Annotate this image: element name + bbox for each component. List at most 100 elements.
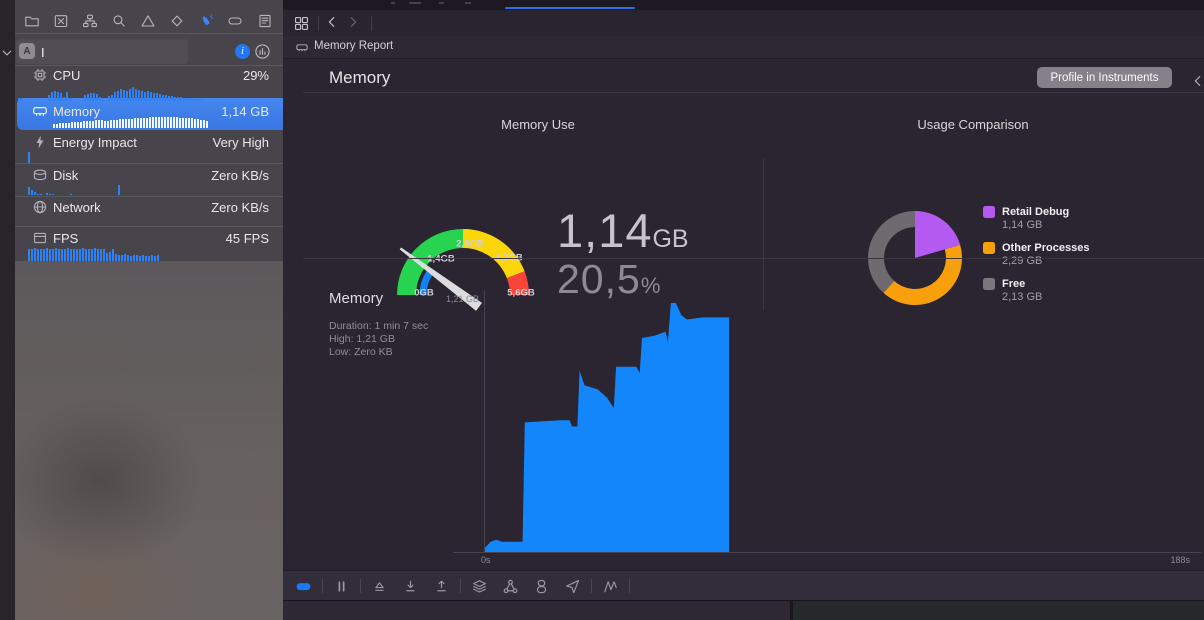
blur-overlay [15,262,283,620]
legend-label: Other Processes [1002,241,1193,255]
energy-sparkline [28,151,30,163]
variables-view-panel[interactable] [283,601,790,620]
divider [303,258,1204,259]
zigzag-icon[interactable] [602,578,619,595]
performance-gauge-list: CPU 29% Memory 1,14 GB Energy Impact Ver… [15,0,283,262]
row-value: 45 FPS [226,231,269,246]
activity-progress-line [505,7,635,9]
sidebar-row-fps[interactable]: FPS 45 FPS [15,229,283,249]
x-axis-line [453,552,1201,553]
x-axis-start-label: 0s [481,555,491,565]
globe-icon [32,199,48,215]
legend-swatch [983,242,995,254]
bolt-icon [32,134,48,150]
legend-label: Retail Debug [1002,205,1193,219]
divider [371,16,372,31]
disk-sparkline [28,184,129,195]
divider [360,579,361,593]
chart-low: Low: Zero KB [329,346,393,358]
cpu-sparkline [18,86,203,101]
memory-sparkline [53,115,208,128]
row-label: Disk [53,168,78,183]
row-label: Energy Impact [53,135,137,150]
divider [318,16,319,31]
drive-icon [32,167,48,183]
sidebar-row-energy[interactable]: Energy Impact Very High [15,133,283,153]
chart-high: High: 1,21 GB [329,333,395,345]
profile-in-instruments-button[interactable]: Profile in Instruments [1037,67,1172,88]
gauge-tick-label: 2,8GB [456,239,483,250]
row-value: Zero KB/s [211,200,269,215]
step-out-icon[interactable] [433,578,450,595]
debug-navigator-sidebar: A I i CPU 29% Memory 1,14 GB Energy Impa… [15,0,283,620]
debug-bar [283,570,1204,601]
breakpoints-toggle-icon[interactable] [295,578,312,595]
divider [15,226,283,227]
divider [629,579,630,593]
jump-bar [283,10,1204,36]
toolbar-strip [283,0,1204,10]
row-label: CPU [53,68,80,83]
memory-area-chart [485,290,1191,552]
legend-item: Other Processes 2,29 GB [983,241,1193,268]
step-over-icon[interactable] [371,578,388,595]
row-label: Network [53,200,101,215]
divider [322,579,323,593]
row-value: Zero KB/s [211,168,269,183]
simulate-location-icon[interactable] [564,578,581,595]
legend-value: 2,29 GB [1002,255,1193,268]
divider [763,158,764,310]
sidebar-row-cpu[interactable]: CPU 29% [15,66,283,86]
ram-icon [32,103,48,119]
x-axis-end-label: 188s [1153,555,1190,565]
row-value: 1,14 GB [221,104,269,119]
sidebar-row-network[interactable]: Network Zero KB/s [15,198,283,218]
legend-swatch [983,278,995,290]
pause-icon[interactable] [333,578,350,595]
memory-use-heading: Memory Use [303,117,773,132]
toolbar-mark [439,2,444,4]
toolbar-mark [391,2,395,4]
memory-chart-title: Memory [329,290,383,307]
y-axis-max-label: 1,21 GB [413,294,479,304]
divider [460,579,461,593]
sidebar-row-disk[interactable]: Disk Zero KB/s [15,166,283,186]
ram-icon [295,41,309,54]
divider [303,92,1204,93]
divider [15,196,283,197]
area-chart-svg [485,290,1191,552]
cpu-icon [32,67,48,83]
page-title: Memory [329,68,390,88]
toolbar-mark [465,2,471,4]
view-hierarchy-icon[interactable] [471,578,488,595]
divider [15,163,283,164]
display-icon [32,230,48,246]
fps-sparkline [28,247,159,261]
memory-report-content: Memory Profile in Instruments Memory Use… [283,58,1204,570]
gauge-tick-label: 1,4GB [427,254,454,265]
back-button[interactable] [325,15,342,32]
row-value: 29% [243,68,269,83]
memory-value: 1,14GB [557,203,689,258]
chevron-down-icon[interactable] [1,47,13,59]
console-panel[interactable] [793,601,1204,620]
background-window-strip [0,0,15,620]
related-items-icon[interactable] [293,15,310,32]
legend-label: Free [1002,277,1193,291]
step-into-icon[interactable] [402,578,419,595]
memory-graph-icon[interactable] [502,578,519,595]
divider [591,579,592,593]
legend-value: 1,14 GB [1002,219,1193,232]
report-header-bar: Memory Report [283,36,1204,59]
legend-swatch [983,206,995,218]
memory-use-readout: 1,14GB 20,5% [557,203,689,303]
report-breadcrumb[interactable]: Memory Report [314,40,393,52]
chart-duration: Duration: 1 min 7 sec [329,320,428,332]
legend-item: Retail Debug 1,14 GB [983,205,1193,232]
toolbar-mark [409,2,421,4]
editor-area: Memory Report Memory Profile in Instrume… [283,0,1204,620]
forward-button[interactable] [346,15,363,32]
row-label: FPS [53,231,78,246]
usage-comparison-heading: Usage Comparison [743,117,1203,132]
environment-overrides-icon[interactable] [533,578,550,595]
